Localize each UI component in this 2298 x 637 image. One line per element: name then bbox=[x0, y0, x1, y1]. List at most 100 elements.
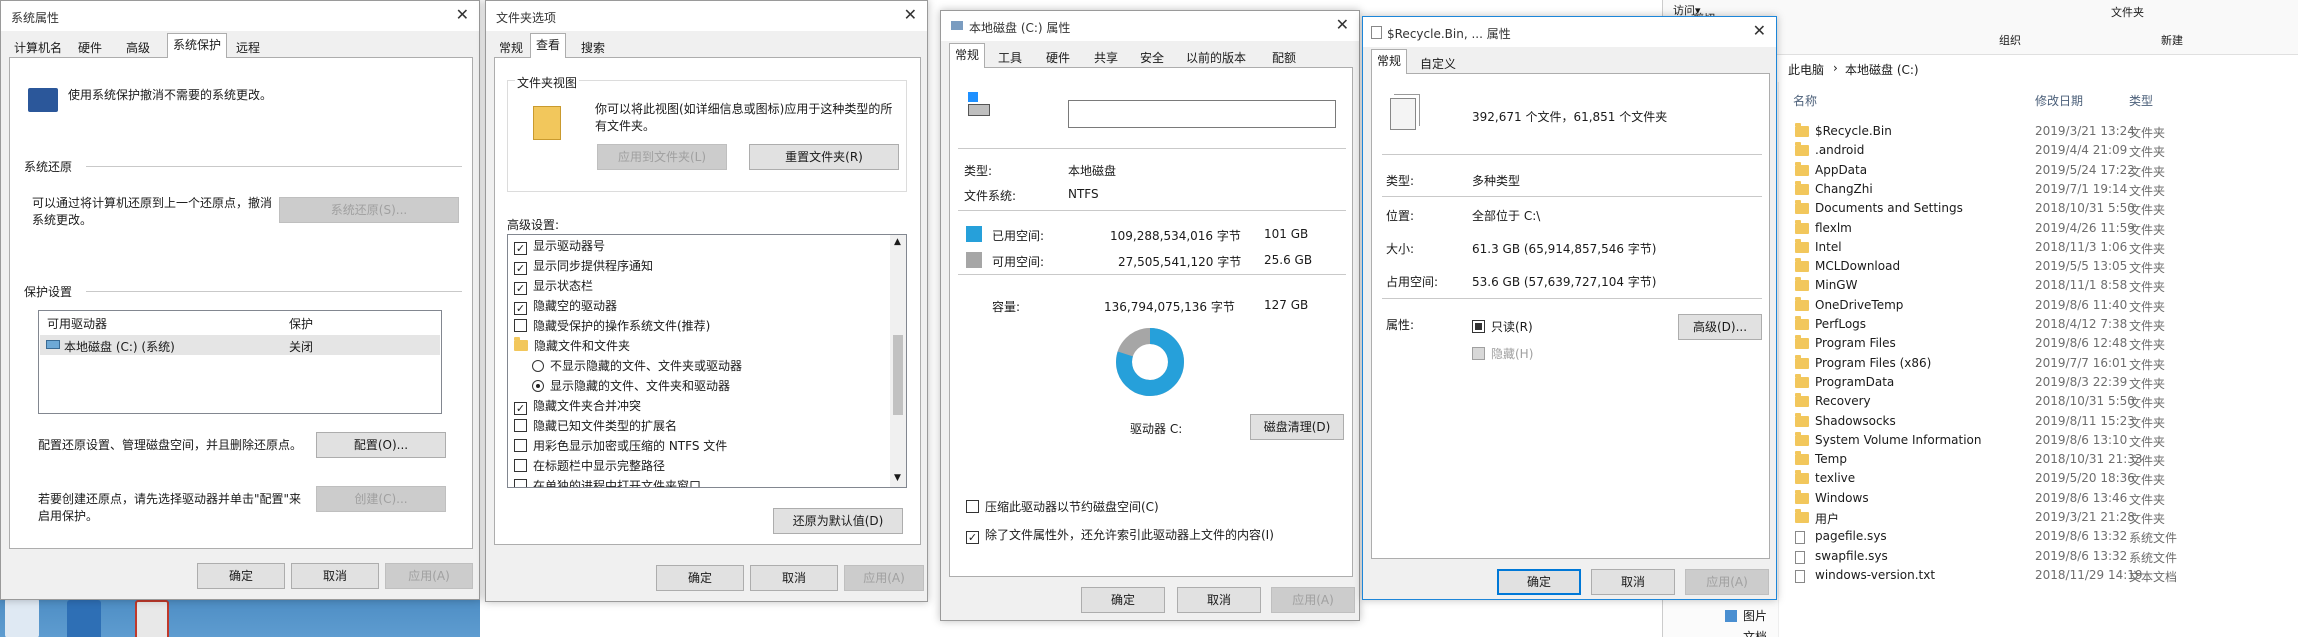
index-checkbox[interactable]: ✓ 除了文件属性外，还允许索引此驱动器上文件的内容(I) bbox=[966, 526, 1274, 544]
file-row[interactable]: Program Files 2019/8/6 12:48 文件夹 bbox=[1779, 333, 2209, 354]
hidden-checkbox[interactable]: 隐藏(H) bbox=[1472, 345, 1533, 362]
ok-button[interactable]: 确定 bbox=[1081, 587, 1165, 613]
tab-view[interactable]: 查看 bbox=[530, 33, 567, 58]
file-row[interactable]: Shadowsocks 2019/8/11 15:23 文件夹 bbox=[1779, 411, 2209, 432]
advanced-settings-list[interactable]: ✓ 显示驱动器号 ✓ 显示同步提供程序通知 ✓ 显示状态栏 ✓ 隐藏空的驱动器隐藏受保护的操作… bbox=[507, 234, 907, 488]
file-row[interactable]: $Recycle.Bin 2019/3/21 13:24 文件夹 bbox=[1779, 121, 2209, 142]
breadcrumb-local-disk[interactable]: 本地磁盘 (C:) bbox=[1845, 61, 1919, 78]
breadcrumb-this-pc[interactable]: 此电脑 bbox=[1788, 61, 1824, 78]
nav-pictures[interactable]: 图片 bbox=[1743, 607, 1767, 624]
advanced-setting-item[interactable]: ✓ 显示同步提供程序通知 bbox=[514, 257, 653, 275]
column-date[interactable]: 修改日期 bbox=[2035, 92, 2083, 109]
advanced-setting-item[interactable]: ✓ 显示驱动器号 bbox=[514, 237, 605, 255]
file-row[interactable]: ChangZhi 2019/7/1 19:14 文件夹 bbox=[1779, 179, 2209, 200]
checkbox[interactable]: ✓ bbox=[514, 402, 527, 415]
drive-name-input[interactable] bbox=[1068, 100, 1336, 128]
advanced-setting-item[interactable]: 用彩色显示加密或压缩的 NTFS 文件 bbox=[514, 437, 727, 454]
close-icon[interactable]: ✕ bbox=[1336, 15, 1349, 35]
file-row[interactable]: Recovery 2018/10/31 5:50 文件夹 bbox=[1779, 391, 2209, 412]
tab-advanced[interactable]: 高级 bbox=[121, 37, 155, 57]
file-row[interactable]: .android 2019/4/4 21:09 文件夹 bbox=[1779, 140, 2209, 161]
pdf-shortcut-icon[interactable] bbox=[135, 600, 169, 637]
file-row[interactable]: MinGW 2018/11/1 8:58 文件夹 bbox=[1779, 275, 2209, 296]
file-row[interactable]: OneDriveTemp 2019/8/6 11:40 文件夹 bbox=[1779, 295, 2209, 316]
scroll-down-icon[interactable]: ▼ bbox=[894, 473, 901, 483]
tab-computer-name[interactable]: 计算机名 bbox=[9, 37, 67, 57]
drive-row[interactable]: 本地磁盘 (C:) (系统) 关闭 bbox=[40, 335, 440, 355]
checkbox[interactable]: ✓ bbox=[514, 242, 527, 255]
file-row[interactable]: System Volume Information 2019/8/6 13:10 文… bbox=[1779, 430, 2209, 451]
apply-button[interactable]: 应用(A) bbox=[844, 565, 924, 591]
tab-hardware[interactable]: 硬件 bbox=[1041, 47, 1075, 67]
file-row[interactable]: Program Files (x86) 2019/7/7 16:01 文件夹 bbox=[1779, 353, 2209, 374]
column-type[interactable]: 类型 bbox=[2129, 92, 2153, 109]
tab-security[interactable]: 安全 bbox=[1135, 47, 1169, 67]
advanced-setting-item[interactable]: ✓ 隐藏空的驱动器 bbox=[514, 297, 617, 315]
advanced-setting-item[interactable]: 显示隐藏的文件、文件夹和驱动器 bbox=[532, 377, 730, 394]
file-row[interactable]: ProgramData 2019/8/3 22:39 文件夹 bbox=[1779, 372, 2209, 393]
compress-checkbox[interactable]: 压缩此驱动器以节约磁盘空间(C) bbox=[966, 498, 1159, 515]
file-row[interactable]: texlive 2019/5/20 18:36 文件夹 bbox=[1779, 468, 2209, 489]
nav-documents[interactable]: 文档 bbox=[1743, 628, 1767, 637]
advanced-setting-item[interactable]: 隐藏已知文件类型的扩展名 bbox=[514, 417, 677, 434]
cancel-button[interactable]: 取消 bbox=[291, 563, 379, 589]
ok-button[interactable]: 确定 bbox=[656, 565, 744, 591]
close-icon[interactable]: ✕ bbox=[904, 5, 917, 25]
ok-button[interactable]: 确定 bbox=[1497, 569, 1581, 595]
tab-quota[interactable]: 配额 bbox=[1267, 47, 1301, 67]
advanced-button[interactable]: 高级(D)... bbox=[1678, 314, 1762, 340]
column-protection[interactable]: 保护 bbox=[289, 315, 313, 332]
cancel-button[interactable]: 取消 bbox=[1591, 569, 1675, 595]
file-row[interactable]: Documents and Settings 2018/10/31 5:50 文件夹 bbox=[1779, 198, 2209, 219]
checkbox[interactable]: ✓ bbox=[514, 262, 527, 275]
checkbox[interactable] bbox=[514, 419, 527, 432]
advanced-setting-item[interactable]: 不显示隐藏的文件、文件夹或驱动器 bbox=[532, 357, 742, 374]
file-row[interactable]: 用户 2019/3/21 21:28 文件夹 bbox=[1779, 507, 2209, 528]
apply-to-folders-button[interactable]: 应用到文件夹(L) bbox=[597, 144, 727, 170]
file-row[interactable]: windows-version.txt 2018/11/29 14:19 文本文档 bbox=[1779, 565, 2209, 586]
system-restore-button[interactable]: 系统还原(S)... bbox=[279, 197, 459, 223]
app-shortcut-icon[interactable] bbox=[67, 600, 101, 637]
tab-previous-versions[interactable]: 以前的版本 bbox=[1181, 47, 1251, 67]
checkbox[interactable] bbox=[514, 459, 527, 472]
radio-button[interactable] bbox=[532, 360, 544, 372]
checkbox[interactable] bbox=[514, 439, 527, 452]
tab-search[interactable]: 搜索 bbox=[576, 37, 610, 57]
cancel-button[interactable]: 取消 bbox=[1177, 587, 1261, 613]
configure-button[interactable]: 配置(O)... bbox=[316, 432, 446, 458]
checkbox[interactable] bbox=[514, 319, 527, 332]
file-row[interactable]: flexlm 2019/4/26 11:59 文件夹 bbox=[1779, 218, 2209, 239]
disk-cleanup-button[interactable]: 磁盘清理(D) bbox=[1250, 414, 1344, 440]
column-available-drives[interactable]: 可用驱动器 bbox=[47, 315, 107, 332]
advanced-setting-item[interactable]: 隐藏受保护的操作系统文件(推荐) bbox=[514, 317, 710, 334]
file-row[interactable]: PerfLogs 2018/4/12 7:38 文件夹 bbox=[1779, 314, 2209, 335]
create-button[interactable]: 创建(C)... bbox=[316, 486, 446, 512]
checkbox[interactable]: ✓ bbox=[514, 302, 527, 315]
ok-button[interactable]: 确定 bbox=[197, 563, 285, 589]
advanced-setting-item[interactable]: ✓ 显示状态栏 bbox=[514, 277, 593, 295]
apply-button[interactable]: 应用(A) bbox=[385, 563, 473, 589]
restore-defaults-button[interactable]: 还原为默认值(D) bbox=[773, 508, 903, 534]
scroll-thumb[interactable] bbox=[893, 335, 903, 415]
readonly-checkbox[interactable]: 只读(R) bbox=[1472, 318, 1533, 335]
tab-general[interactable]: 常规 bbox=[494, 37, 528, 57]
file-row[interactable]: pagefile.sys 2019/8/6 13:32 系统文件 bbox=[1779, 526, 2209, 547]
column-name[interactable]: 名称 bbox=[1793, 92, 1817, 109]
apply-button[interactable]: 应用(A) bbox=[1271, 587, 1355, 613]
radio-button[interactable] bbox=[532, 380, 544, 392]
scrollbar[interactable]: ▲ ▼ bbox=[890, 235, 906, 487]
tab-sharing[interactable]: 共享 bbox=[1089, 47, 1123, 67]
advanced-setting-item[interactable]: 在标题栏中显示完整路径 bbox=[514, 457, 665, 474]
tab-customize[interactable]: 自定义 bbox=[1415, 53, 1461, 73]
close-icon[interactable]: ✕ bbox=[1753, 21, 1766, 41]
advanced-setting-item[interactable]: ✓ 隐藏文件夹合并冲突 bbox=[514, 397, 641, 415]
app-shortcut-icon[interactable] bbox=[5, 598, 39, 637]
ribbon-new-folder[interactable]: 文件夹 bbox=[2111, 4, 2144, 20]
advanced-setting-item[interactable]: 隐藏文件和文件夹 bbox=[514, 337, 630, 354]
apply-button[interactable]: 应用(A) bbox=[1685, 569, 1769, 595]
reset-folders-button[interactable]: 重置文件夹(R) bbox=[749, 144, 899, 170]
tab-system-protection[interactable]: 系统保护 bbox=[167, 33, 228, 58]
tab-tools[interactable]: 工具 bbox=[993, 47, 1027, 67]
file-row[interactable]: swapfile.sys 2019/8/6 13:32 系统文件 bbox=[1779, 546, 2209, 567]
checkbox[interactable] bbox=[514, 479, 527, 487]
